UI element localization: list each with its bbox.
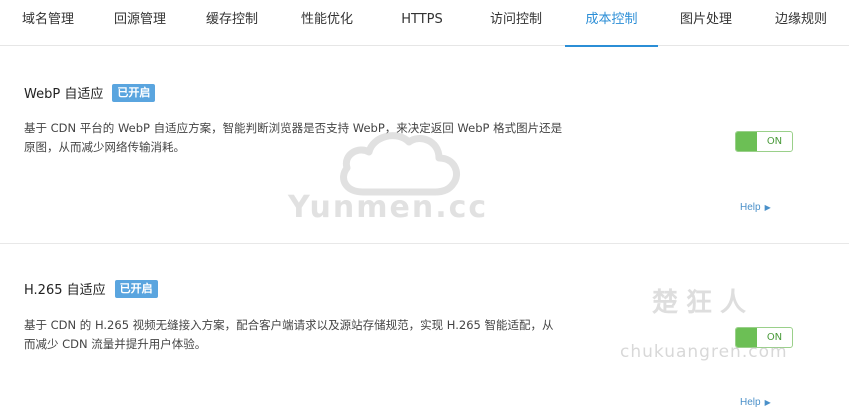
webp-status-badge: 已开启 [112,83,156,102]
h265-description-line2: 而减少 CDN 流量并提升用户体验。 [24,337,207,351]
tab-cache-control[interactable]: 缓存控制 [186,0,278,46]
webp-title-label: WebP 自适应 [24,87,104,102]
tab-domain-management[interactable]: 域名管理 [0,0,96,46]
h265-description-line1: 基于 CDN 的 H.265 视频无缝接入方案，配合客户端请求以及源站存储规范，… [24,318,554,332]
tab-edge-rules[interactable]: 边缘规则 [755,0,847,46]
h265-help-link[interactable]: Help ▶ [740,397,771,407]
triangle-right-icon: ▶ [764,398,771,407]
toggle-knob [736,328,757,347]
h265-title-label: H.265 自适应 [24,283,106,298]
webp-toggle-label: ON [766,136,783,147]
tab-https[interactable]: HTTPS [376,0,468,46]
tab-cost-control[interactable]: 成本控制 [565,0,658,47]
webp-description-line1: 基于 CDN 平台的 WebP 自适应方案，智能判断浏览器是否支持 WebP，来… [24,121,563,135]
h265-feature-title: H.265 自适应 已开启 [24,279,158,298]
h265-toggle[interactable]: ON [735,327,793,348]
webp-toggle[interactable]: ON [735,131,793,152]
h265-toggle-label: ON [766,332,783,343]
tab-performance[interactable]: 性能优化 [281,0,373,46]
h265-status-badge: 已开启 [114,279,158,298]
h265-help-label: Help [740,397,761,407]
tab-image-processing[interactable]: 图片处理 [660,0,752,46]
webp-description-line2: 原图，从而减少网络传输消耗。 [24,140,185,154]
webp-description: 基于 CDN 平台的 WebP 自适应方案，智能判断浏览器是否支持 WebP，来… [24,119,594,157]
h265-description: 基于 CDN 的 H.265 视频无缝接入方案，配合客户端请求以及源站存储规范，… [24,316,594,354]
toggle-knob [736,132,757,151]
tab-access-control[interactable]: 访问控制 [470,0,562,46]
tab-bar: 域名管理 回源管理 缓存控制 性能优化 HTTPS 访问控制 成本控制 图片处理… [0,0,849,47]
section-divider [0,243,849,244]
webp-help-link[interactable]: Help ▶ [740,202,771,213]
webp-feature-title: WebP 自适应 已开启 [24,83,156,102]
tab-origin-management[interactable]: 回源管理 [94,0,186,46]
chukuangren-cn-watermark: 楚狂人 [652,288,755,318]
webp-help-label: Help [740,202,761,213]
yunmen-watermark: Yunmen.cc [288,190,489,225]
triangle-right-icon: ▶ [764,203,771,212]
